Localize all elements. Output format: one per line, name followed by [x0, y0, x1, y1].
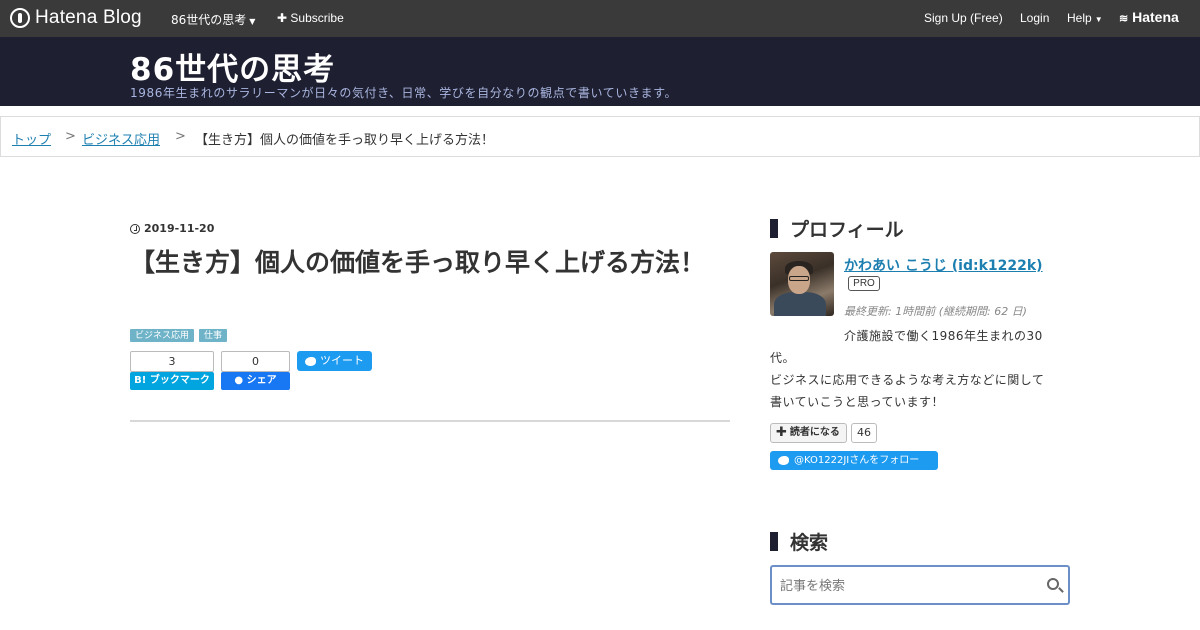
login-link[interactable]: Login — [1020, 11, 1049, 25]
hatena-label: Hatena — [1132, 9, 1179, 25]
reader-label: 読者になる — [789, 427, 840, 438]
profile-updated: 最終更新: 1時間前 (継続期間: 62 日) — [844, 305, 1027, 318]
twitter-follow-button[interactable]: @KO1222JIさんをフォロー — [770, 451, 938, 470]
hatena-global-bar: Hatena Blog 86世代の思考 ▼ ✚ Subscribe Sign Up… — [0, 0, 1200, 37]
entry-date-text: 2019-11-20 — [144, 222, 215, 235]
help-dropdown[interactable]: Help ▼ — [1067, 11, 1103, 25]
hatena-blog-logo[interactable]: Hatena Blog — [10, 7, 142, 29]
search-heading-text: 検索 — [790, 532, 829, 554]
blog-menu-label: 86世代の思考 — [171, 13, 247, 27]
reader-count: 46 — [851, 423, 877, 443]
tweet-label: ツイート — [320, 354, 364, 367]
hatena-blog-logo-text: Hatena Blog — [35, 7, 142, 28]
heading-bar — [770, 532, 778, 551]
profile-heading: プロフィール — [770, 215, 904, 242]
pro-badge[interactable]: PRO — [848, 276, 880, 291]
search-form — [770, 565, 1070, 605]
hatena-mark-icon: ≋ — [1119, 13, 1129, 25]
signup-link[interactable]: Sign Up (Free) — [924, 11, 1003, 25]
profile-desc-line: ビジネスに応用できるような考え方などに関して — [770, 373, 1045, 387]
breadcrumb-top-link[interactable]: トップ — [12, 129, 51, 148]
hatebu-count[interactable]: 3 — [130, 351, 214, 372]
help-label: Help — [1067, 11, 1092, 25]
breadcrumb-separator: > — [175, 129, 186, 144]
hatena-logo-icon — [10, 8, 30, 28]
subscribe-label: Subscribe — [290, 11, 344, 25]
facebook-icon: ● — [234, 375, 244, 386]
breadcrumb-current: 【生き方】個人の価値を手っ取り早く上げる方法！ — [195, 133, 495, 148]
entry-title[interactable]: 【生き方】個人の価値を手っ取り早く上げる方法！ — [130, 246, 710, 279]
search-heading: 検索 — [770, 528, 828, 555]
subscribe-reader-button[interactable]: ✚ 読者になる — [770, 423, 847, 443]
breadcrumb-category-link[interactable]: ビジネス応用 — [82, 129, 160, 148]
category-tag[interactable]: 仕事 — [199, 329, 228, 342]
blog-description: 1986年生まれのサラリーマンが日々の気付き、日常、学びを自分なりの観点で書いて… — [130, 86, 678, 100]
avatar[interactable] — [770, 252, 834, 316]
caret-down-icon: ▼ — [1094, 15, 1103, 24]
entry-categories: ビジネス応用 仕事 — [130, 329, 228, 342]
hatebu-button[interactable]: B! ブックマーク — [130, 372, 214, 390]
search-input[interactable] — [780, 576, 1030, 596]
twitter-bird-icon — [778, 456, 789, 465]
facebook-count[interactable]: 0 — [221, 351, 290, 372]
clock-icon — [130, 223, 140, 234]
caret-down-icon: ▼ — [249, 17, 256, 26]
entry-divider — [130, 420, 730, 422]
profile-desc-line: 書いていこうと思っています！ — [770, 395, 945, 409]
twitter-bird-icon — [305, 356, 316, 366]
entry-date[interactable]: 2019-11-20 — [130, 222, 214, 235]
category-tag[interactable]: ビジネス応用 — [130, 329, 195, 342]
profile-description: 介護施設で働く1986年生まれの30 代。 ビジネスに応用できるような考え方など… — [770, 325, 1070, 413]
subscribe-button[interactable]: ✚ Subscribe — [277, 11, 344, 25]
plus-icon: ✚ — [277, 11, 288, 25]
plus-icon: ✚ — [776, 425, 787, 440]
profile-name-link[interactable]: かわあい こうじ (id:k1222k) — [844, 255, 1043, 275]
facebook-share-button[interactable]: ● シェア — [221, 372, 290, 390]
hatena-link[interactable]: ≋ Hatena — [1119, 9, 1179, 25]
facebook-share-label: シェア — [246, 375, 277, 386]
profile-heading-text: プロフィール — [790, 219, 904, 241]
breadcrumb-separator: > — [65, 129, 76, 144]
blog-title[interactable]: 86世代の思考 — [130, 44, 335, 89]
search-icon[interactable] — [1047, 578, 1059, 590]
tweet-button[interactable]: ツイート — [297, 351, 372, 371]
blog-menu-dropdown[interactable]: 86世代の思考 ▼ — [171, 11, 255, 28]
breadcrumb: トップ > ビジネス応用 > 【生き方】個人の価値を手っ取り早く上げる方法！ — [0, 116, 1200, 157]
follow-label: @KO1222JIさんをフォロー — [794, 455, 920, 466]
profile-desc-line: 代。 — [770, 351, 796, 365]
heading-bar — [770, 219, 778, 238]
profile-desc-line: 介護施設で働く1986年生まれの30 — [844, 329, 1043, 343]
